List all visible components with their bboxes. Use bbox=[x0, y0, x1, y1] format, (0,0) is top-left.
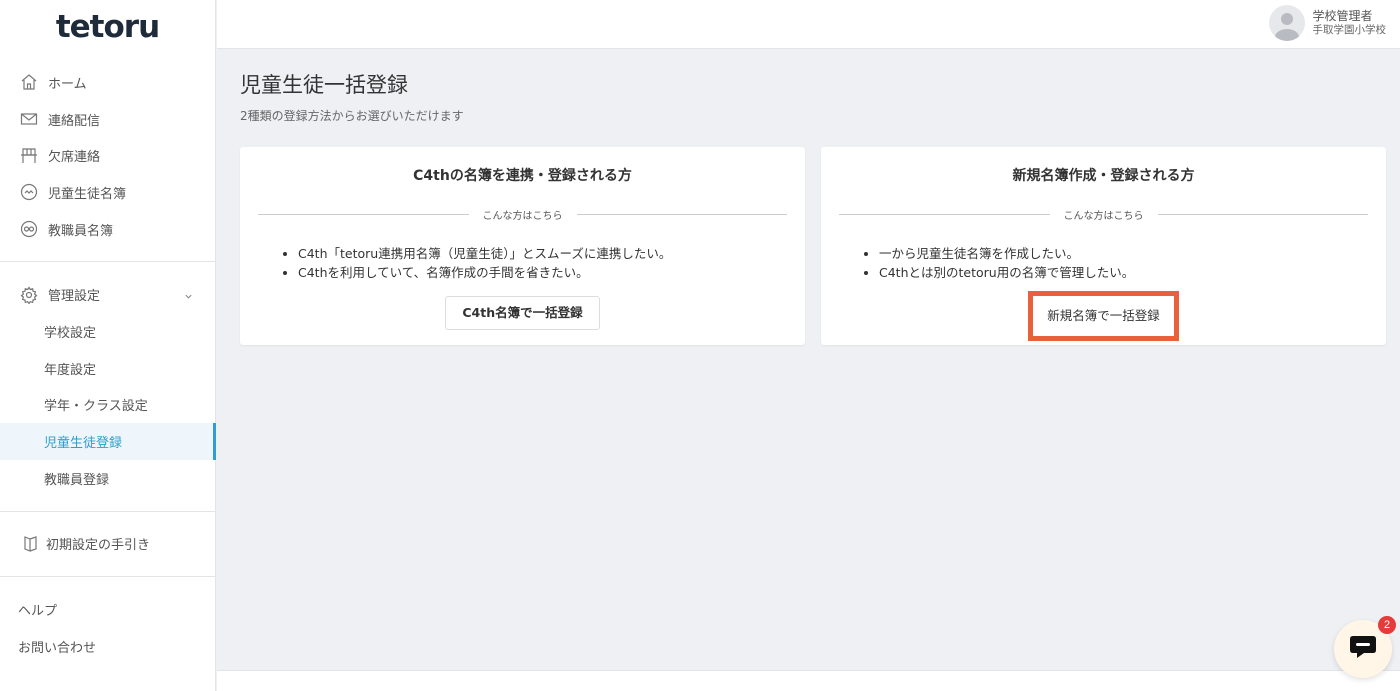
avatar bbox=[1268, 5, 1305, 41]
card-title: C4thの名簿を連携・登録される方 bbox=[413, 168, 632, 184]
sidebar-item-label: 学年・クラス設定 bbox=[44, 399, 148, 415]
sidebar-item-settings[interactable]: 管理設定 bbox=[0, 276, 215, 313]
card-divider: こんな方はこちら bbox=[258, 207, 787, 222]
sidebar-item-label: 年度設定 bbox=[44, 362, 97, 378]
card-divider: こんな方はこちら bbox=[839, 207, 1368, 222]
page-title: 児童生徒一括登録 bbox=[240, 73, 408, 97]
chat-button[interactable]: 2 bbox=[1334, 616, 1396, 678]
divider-label: こんな方はこちら bbox=[1063, 211, 1144, 222]
main-nav: ホーム 連絡配信 欠席連絡 児童生徒名簿 教職員名簿 bbox=[0, 50, 215, 263]
card-bullets: 一から児童生徒名簿を作成したい。 C4thとは別のtetoru用の名簿で管理した… bbox=[839, 244, 1368, 282]
sidebar-item-setup-guide[interactable]: 初期設定の手引き bbox=[0, 526, 215, 563]
new-roster-register-button[interactable]: 新規名簿で一括登録 bbox=[1028, 291, 1179, 341]
sidebar-item-year-settings[interactable]: 年度設定 bbox=[0, 350, 215, 387]
settings-nav: 管理設定 学校設定 年度設定 学年・クラス設定 児童生徒登録 教職員登録 bbox=[0, 262, 216, 512]
user-role: 学校管理者 bbox=[1312, 9, 1373, 23]
sidebar-item-staff-roster[interactable]: 教職員名簿 bbox=[0, 211, 215, 248]
book-icon bbox=[21, 534, 41, 554]
help-link[interactable]: ヘルプ bbox=[0, 591, 215, 628]
main-content: 児童生徒一括登録 2種類の登録方法からお選びいただけます C4thの名簿を連携・… bbox=[217, 49, 1400, 669]
chevron-down-icon[interactable] bbox=[184, 290, 193, 305]
sidebar-item-home[interactable]: ホーム bbox=[0, 64, 215, 101]
sidebar-item-student-roster[interactable]: 児童生徒名簿 bbox=[0, 174, 215, 211]
page-subtitle: 2種類の登録方法からお選びいただけます bbox=[240, 109, 464, 123]
top-header: 学校管理者 手取学園小学校 bbox=[217, 0, 1400, 49]
sidebar-item-label: 教職員名簿 bbox=[48, 223, 114, 239]
sidebar-item-label: 管理設定 bbox=[48, 289, 101, 305]
sidebar-item-grade-class-settings[interactable]: 学年・クラス設定 bbox=[0, 387, 215, 424]
user-school: 手取学園小学校 bbox=[1312, 24, 1387, 36]
sidebar-item-label: 初期設定の手引き bbox=[46, 538, 151, 554]
sidebar-item-school-settings[interactable]: 学校設定 bbox=[0, 313, 215, 350]
list-item: C4thとは別のtetoru用の名簿で管理したい。 bbox=[879, 263, 1368, 282]
logo[interactable]: tetoru bbox=[0, 0, 215, 50]
gear-icon bbox=[19, 285, 39, 305]
sidebar-item-label: 欠席連絡 bbox=[48, 150, 101, 166]
sidebar-item-student-registration[interactable]: 児童生徒登録 bbox=[0, 423, 216, 460]
sidebar-item-messages[interactable]: 連絡配信 bbox=[0, 101, 215, 138]
list-item: 一から児童生徒名簿を作成したい。 bbox=[879, 244, 1368, 263]
staff-icon bbox=[19, 219, 39, 239]
option-cards: C4thの名簿を連携・登録される方 こんな方はこちら C4th「tetoru連携… bbox=[240, 147, 1400, 345]
sidebar-item-label: ホーム bbox=[48, 76, 87, 92]
sidebar-item-staff-registration[interactable]: 教職員登録 bbox=[0, 460, 215, 497]
sidebar-item-label: 連絡配信 bbox=[48, 113, 101, 129]
guide-nav: 初期設定の手引き bbox=[0, 512, 215, 578]
chat-icon bbox=[1348, 634, 1378, 664]
sidebar-item-absence[interactable]: 欠席連絡 bbox=[0, 137, 215, 174]
mail-icon bbox=[19, 109, 39, 129]
home-icon bbox=[19, 72, 39, 92]
notification-badge: 2 bbox=[1378, 616, 1396, 634]
list-item: C4thを利用していて、名簿作成の手間を省きたい。 bbox=[298, 263, 787, 282]
card-title: 新規名簿作成・登録される方 bbox=[1012, 168, 1195, 184]
contact-link[interactable]: お問い合わせ bbox=[0, 628, 215, 665]
user-menu[interactable]: 学校管理者 手取学園小学校 bbox=[1268, 5, 1387, 41]
c4th-card: C4thの名簿を連携・登録される方 こんな方はこちら C4th「tetoru連携… bbox=[240, 147, 805, 345]
list-item: C4th「tetoru連携用名簿（児童生徒）」とスムーズに連携したい。 bbox=[298, 244, 787, 263]
new-roster-card: 新規名簿作成・登録される方 こんな方はこちら 一から児童生徒名簿を作成したい。 … bbox=[821, 147, 1386, 345]
desk-icon bbox=[19, 146, 39, 166]
c4th-register-button[interactable]: C4th名簿で一括登録 bbox=[445, 296, 600, 330]
help-nav: ヘルプ お問い合わせ bbox=[0, 577, 215, 664]
student-icon bbox=[19, 182, 39, 202]
card-bullets: C4th「tetoru連携用名簿（児童生徒）」とスムーズに連携したい。 C4th… bbox=[258, 244, 787, 282]
sidebar: tetoru ホーム 連絡配信 欠席連絡 児童生徒名簿 教職員名簿 管理設定 学… bbox=[0, 0, 216, 691]
divider-label: こんな方はこちら bbox=[482, 211, 563, 222]
sidebar-item-label: 学校設定 bbox=[44, 325, 97, 341]
sidebar-item-label: 児童生徒登録 bbox=[44, 436, 123, 452]
logo-text: tetoru bbox=[55, 9, 160, 45]
sidebar-item-label: 児童生徒名簿 bbox=[48, 186, 127, 202]
sidebar-item-label: 教職員登録 bbox=[44, 472, 110, 488]
footer bbox=[217, 670, 1400, 691]
